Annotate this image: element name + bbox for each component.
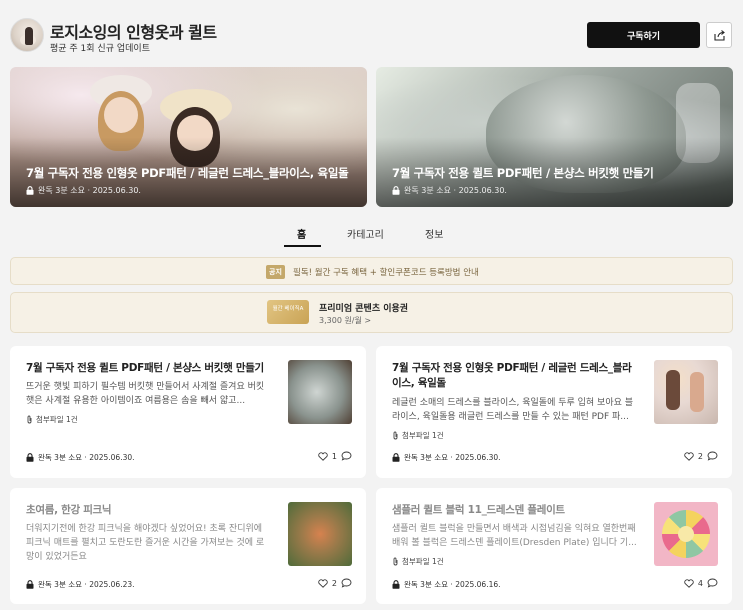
post-attachment-text: 첨부파일 1건 bbox=[402, 431, 444, 440]
lock-icon bbox=[392, 186, 400, 195]
post-thumbnail bbox=[288, 502, 352, 566]
post-actions: 1 bbox=[318, 451, 352, 461]
heart-icon[interactable] bbox=[684, 578, 694, 588]
banner-meta: 완독 3분 소요 · 2025.06.30. bbox=[26, 185, 141, 196]
lock-icon bbox=[26, 580, 34, 589]
post-attachment: 첨부파일 1건 bbox=[26, 414, 78, 425]
comment-icon[interactable] bbox=[707, 578, 718, 588]
post-meta: 완독 3분 소요 · 2025.06.30. bbox=[26, 452, 135, 463]
lock-icon bbox=[26, 453, 34, 462]
post-card[interactable]: 초여름, 한강 피크닉 더워지기전에 한강 피크닉을 해야겠다 싶었어요! 초록… bbox=[10, 488, 366, 604]
post-thumbnail bbox=[654, 360, 718, 424]
post-meta-text: 완독 3분 소요 · 2025.06.30. bbox=[38, 453, 135, 462]
post-title: 7월 구독자 전용 인형옷 PDF패턴 / 레글런 드레스_블라이스, 육일돌 bbox=[392, 362, 632, 389]
like-count: 2 bbox=[697, 451, 703, 461]
like-count: 4 bbox=[697, 578, 703, 588]
premium-price[interactable]: 3,300 원/월 > bbox=[319, 315, 371, 326]
banner-meta: 완독 3분 소요 · 2025.06.30. bbox=[392, 185, 507, 196]
notice-badge: 공지 bbox=[266, 265, 285, 279]
post-meta: 완독 3분 소요 · 2025.06.16. bbox=[392, 579, 501, 590]
post-actions: 2 bbox=[684, 451, 718, 461]
banner-meta-text: 완독 3분 소요 · 2025.06.30. bbox=[404, 186, 507, 195]
notice-text: 필독! 월간 구독 혜택 + 할인쿠폰코드 등록방법 안내 bbox=[293, 268, 479, 278]
subscribe-button[interactable]: 구독하기 bbox=[587, 22, 700, 48]
membership-card-image: 월간 베이직A bbox=[267, 300, 309, 324]
comment-icon[interactable] bbox=[341, 578, 352, 588]
post-excerpt: 레글런 소매의 드레스를 블라이스, 육일돌에 두루 입혀 보아요 블라이스, … bbox=[392, 398, 634, 422]
post-attachment: 첨부파일 1건 bbox=[392, 430, 444, 441]
post-excerpt: 더워지기전에 한강 피크닉을 해야겠다 싶었어요! 초록 잔디위에 피크닉 매트… bbox=[26, 524, 265, 562]
post-thumbnail bbox=[654, 502, 718, 566]
avatar-figure-hair bbox=[25, 27, 33, 45]
avatar[interactable] bbox=[10, 18, 44, 52]
header: 로지소잉의 인형옷과 퀼트 평균 주 1회 신규 업데이트 구독하기 bbox=[0, 0, 743, 66]
post-meta-text: 완독 3분 소요 · 2025.06.30. bbox=[404, 453, 501, 462]
paperclip-icon bbox=[27, 415, 32, 424]
post-excerpt: 샘플러 퀼트 블럭을 만들면서 배색과 시접넘김을 익혀요 열한번째 배워 볼 … bbox=[392, 524, 637, 548]
banner-bucket-hat[interactable]: 7월 구독자 전용 퀼트 PDF패턴 / 본샹스 버킷햇 만들기 완독 3분 소… bbox=[376, 67, 733, 207]
heart-icon[interactable] bbox=[318, 451, 328, 461]
like-count: 1 bbox=[331, 451, 337, 461]
post-actions: 2 bbox=[318, 578, 352, 588]
paperclip-icon bbox=[393, 557, 398, 566]
lock-icon bbox=[392, 453, 400, 462]
tab-info[interactable]: 정보 bbox=[425, 226, 443, 241]
banner-title: 7월 구독자 전용 퀼트 PDF패턴 / 본샹스 버킷햇 만들기 bbox=[392, 166, 654, 180]
post-card[interactable]: 7월 구독자 전용 퀼트 PDF패턴 / 본샹스 버킷햇 만들기 뜨거운 햇빛 … bbox=[10, 346, 366, 478]
like-count: 2 bbox=[331, 578, 337, 588]
tab-active-indicator bbox=[284, 245, 321, 247]
heart-icon[interactable] bbox=[684, 451, 694, 461]
share-icon bbox=[714, 30, 725, 41]
doll-figure bbox=[690, 372, 704, 412]
post-thumbnail bbox=[288, 360, 352, 424]
comment-icon[interactable] bbox=[707, 451, 718, 461]
dresden-plate-center bbox=[678, 526, 694, 542]
post-title: 초여름, 한강 피크닉 bbox=[26, 504, 112, 516]
lock-icon bbox=[392, 580, 400, 589]
post-attachment-text: 첨부파일 1건 bbox=[36, 415, 78, 424]
heart-icon[interactable] bbox=[318, 578, 328, 588]
banner-meta-text: 완독 3분 소요 · 2025.06.30. bbox=[38, 186, 141, 195]
post-meta: 완독 3분 소요 · 2025.06.30. bbox=[392, 452, 501, 463]
doll-face-left bbox=[104, 97, 138, 133]
page-title: 로지소잉의 인형옷과 퀼트 bbox=[50, 23, 217, 42]
comment-icon[interactable] bbox=[341, 451, 352, 461]
lock-icon bbox=[26, 186, 34, 195]
post-attachment-text: 첨부파일 1건 bbox=[402, 557, 444, 566]
share-button[interactable] bbox=[706, 22, 732, 48]
post-title: 샘플러 퀼트 블럭 11_드레스덴 플레이트 bbox=[392, 504, 565, 516]
tab-home[interactable]: 홈 bbox=[297, 226, 306, 241]
post-excerpt: 뜨거운 햇빛 피하기 필수템 버킷햇 만들어서 사계절 즐겨요 버킷햇은 사계절… bbox=[26, 382, 265, 406]
paperclip-icon bbox=[393, 431, 398, 440]
post-title: 7월 구독자 전용 퀼트 PDF패턴 / 본샹스 버킷햇 만들기 bbox=[26, 362, 264, 374]
tab-bar: 홈 카테고리 정보 bbox=[0, 222, 743, 248]
tab-category[interactable]: 카테고리 bbox=[347, 226, 384, 241]
post-card[interactable]: 샘플러 퀼트 블럭 11_드레스덴 플레이트 샘플러 퀼트 블럭을 만들면서 배… bbox=[376, 488, 732, 604]
post-actions: 4 bbox=[684, 578, 718, 588]
notice-bar[interactable]: 공지 필독! 월간 구독 혜택 + 할인쿠폰코드 등록방법 안내 bbox=[10, 257, 733, 285]
premium-title: 프리미엄 콘텐츠 이용권 bbox=[319, 304, 409, 314]
page-subtitle: 평균 주 1회 신규 업데이트 bbox=[50, 44, 150, 54]
post-meta: 완독 3분 소요 · 2025.06.23. bbox=[26, 579, 135, 590]
banner-dress-pattern[interactable]: 7월 구독자 전용 인형옷 PDF패턴 / 레글런 드레스_블라이스, 육일돌 … bbox=[10, 67, 367, 207]
banner-title: 7월 구독자 전용 인형옷 PDF패턴 / 레글런 드레스_블라이스, 육일돌 bbox=[26, 166, 349, 180]
doll-figure bbox=[666, 370, 680, 410]
post-meta-text: 완독 3분 소요 · 2025.06.16. bbox=[404, 580, 501, 589]
post-attachment: 첨부파일 1건 bbox=[392, 556, 444, 567]
post-card[interactable]: 7월 구독자 전용 인형옷 PDF패턴 / 레글런 드레스_블라이스, 육일돌 … bbox=[376, 346, 732, 478]
post-meta-text: 완독 3분 소요 · 2025.06.23. bbox=[38, 580, 135, 589]
premium-membership[interactable]: 월간 베이직A 프리미엄 콘텐츠 이용권 3,300 원/월 > bbox=[10, 292, 733, 333]
